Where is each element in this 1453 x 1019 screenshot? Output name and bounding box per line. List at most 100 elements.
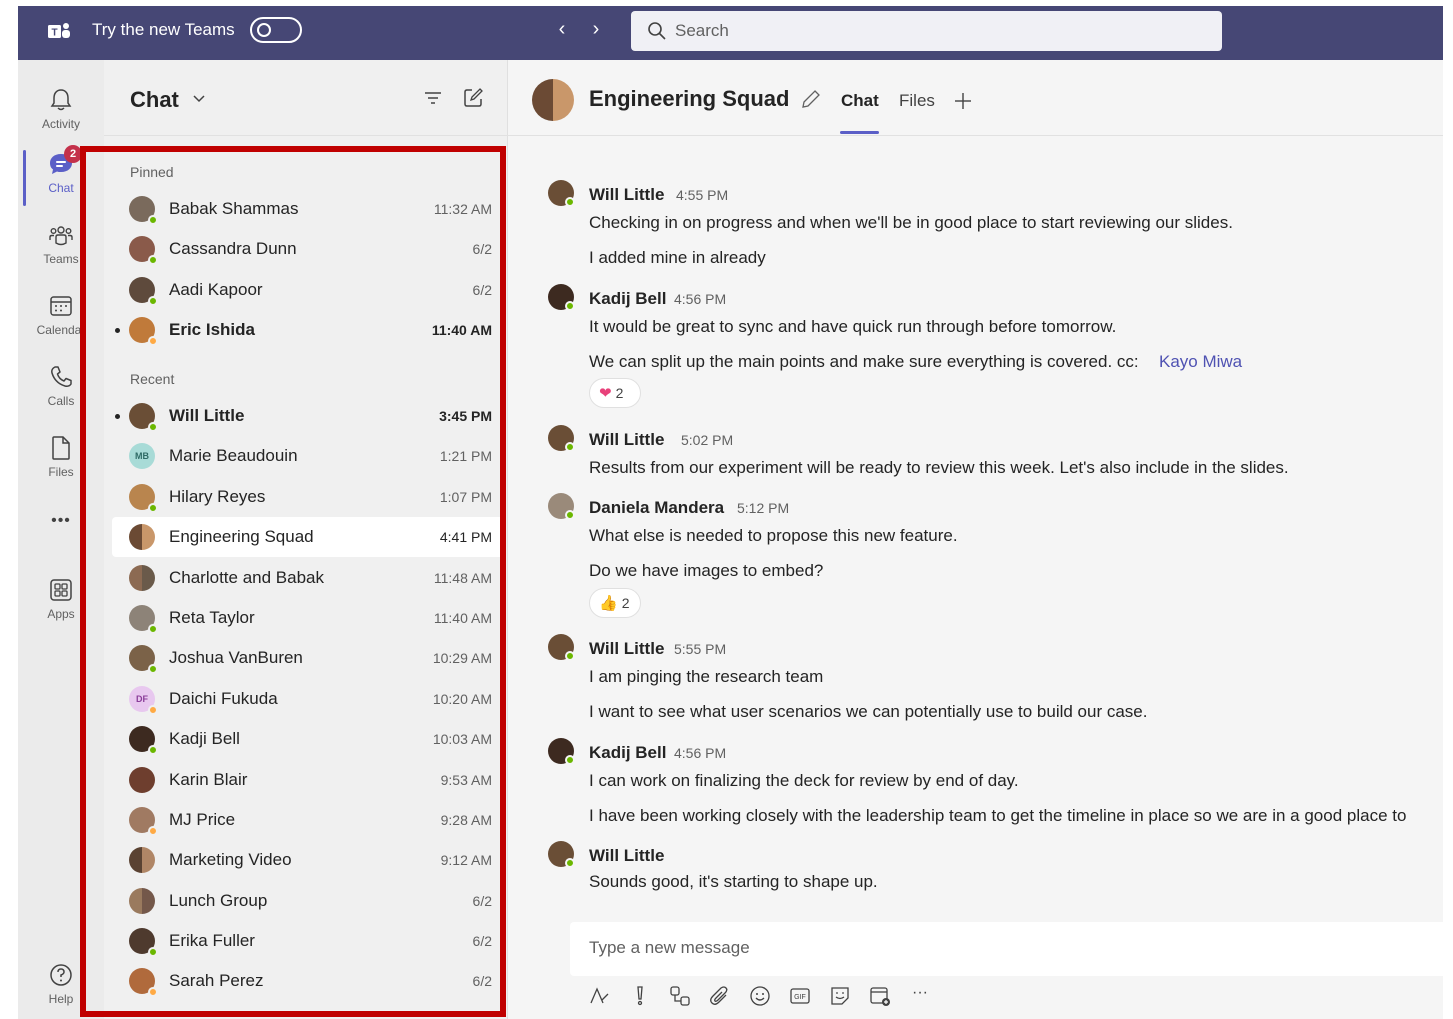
thumbs-up-icon: 👍: [599, 595, 618, 612]
search-input[interactable]: [675, 21, 1175, 41]
chat-row-charlotte-and-babak[interactable]: Charlotte and Babak 11:48 AM: [112, 558, 504, 598]
chat-row-babak-shammas[interactable]: Babak Shammas 11:32 AM: [112, 189, 504, 229]
add-tab-plus-icon[interactable]: [952, 90, 974, 112]
schedule-meeting-icon[interactable]: [868, 984, 892, 1008]
chat-row-name: Will Little: [169, 406, 245, 425]
presence-away-icon: [148, 826, 158, 836]
chat-row-name: Hilary Reyes: [169, 487, 266, 506]
mention-link[interactable]: Kayo Miwa: [1159, 352, 1242, 372]
presence-available-icon: [148, 624, 158, 634]
presence-available-icon: [565, 858, 575, 868]
rail-item-calendar[interactable]: Calendar: [18, 286, 104, 350]
message-author: Daniela Mandera: [589, 498, 725, 517]
chat-row-marketing-video[interactable]: Marketing Video 9:12 AM: [112, 840, 504, 880]
rail-item-calls[interactable]: Calls: [18, 357, 104, 421]
chat-row-lunch-group[interactable]: Lunch Group 6/2: [112, 881, 504, 921]
pencil-icon[interactable]: [800, 88, 822, 110]
message-input[interactable]: [589, 938, 1389, 958]
chat-row-time: 10:03 AM: [432, 731, 492, 747]
group-avatar: [129, 524, 155, 550]
chat-row-kadji-bell[interactable]: Kadji Bell 10:03 AM: [112, 719, 504, 759]
heart-reaction-button[interactable]: ❤ 2: [589, 378, 641, 408]
chat-row-time: 1:07 PM: [439, 489, 492, 505]
chat-row-daichi-fukuda[interactable]: DF Daichi Fukuda 10:20 AM: [112, 679, 504, 719]
rail-item-help[interactable]: Help: [18, 955, 104, 1019]
chat-row-karin-blair[interactable]: Karin Blair 9:53 AM: [112, 760, 504, 800]
rail-item-chat[interactable]: 2 Chat: [18, 144, 104, 208]
chat-row-joshua-vanburen[interactable]: Joshua VanBuren 10:29 AM: [112, 638, 504, 678]
chat-row-time: 11:48 AM: [433, 570, 492, 586]
chat-row-sarah-perez[interactable]: Sarah Perez 6/2: [112, 961, 504, 1001]
chat-row-time: 9:12 AM: [440, 852, 492, 868]
more-options-icon[interactable]: ···: [912, 984, 928, 1002]
chat-row-time: 3:45 PM: [439, 408, 492, 424]
group-avatar: [129, 888, 155, 914]
presence-available-icon: [148, 255, 158, 265]
chat-list-title[interactable]: Chat: [130, 87, 179, 113]
chat-row-name: Erika Fuller: [169, 931, 255, 950]
rail-label-teams: Teams: [43, 252, 79, 266]
rail-more-button[interactable]: •••: [18, 512, 104, 542]
group-avatar: [129, 847, 155, 873]
conversation-header: Engineering Squad Chat Files: [508, 60, 1443, 136]
new-teams-toggle[interactable]: [250, 17, 302, 43]
new-chat-icon[interactable]: [462, 87, 484, 109]
calendar-icon: [50, 296, 72, 316]
presence-available-icon: [148, 422, 158, 432]
back-arrow-icon[interactable]: ‹: [552, 18, 572, 44]
conversation-pane: Engineering Squad Chat Files Will Little…: [508, 60, 1443, 1019]
chat-row-name: Reta Taylor: [169, 608, 255, 627]
format-icon[interactable]: [588, 984, 612, 1008]
rail-item-files[interactable]: Files: [18, 428, 104, 492]
rail-item-activity[interactable]: Activity: [18, 80, 104, 144]
chat-row-will-little[interactable]: Will Little 3:45 PM: [112, 396, 504, 436]
message-text: What else is needed to propose this new …: [589, 526, 958, 545]
chat-row-time: 4:41 PM: [439, 529, 492, 545]
chat-row-time: 11:32 AM: [433, 201, 492, 217]
thumbs-up-reaction-button[interactable]: 👍 2: [589, 588, 641, 618]
chat-row-mj-price[interactable]: MJ Price 9:28 AM: [112, 800, 504, 840]
chat-row-name: Daichi Fukuda: [169, 689, 278, 708]
gif-icon[interactable]: GIF: [788, 984, 812, 1008]
emoji-icon[interactable]: [748, 984, 772, 1008]
rail-item-teams[interactable]: Teams: [18, 215, 104, 279]
presence-away-icon: [148, 336, 158, 346]
message-text: I have been working closely with the lea…: [589, 806, 1407, 825]
chat-row-time: 6/2: [472, 973, 492, 989]
chat-row-cassandra-dunn[interactable]: Cassandra Dunn 6/2: [112, 229, 504, 269]
chat-row-name: Engineering Squad: [169, 527, 314, 546]
presence-available-icon: [148, 215, 158, 225]
message-composer[interactable]: [570, 922, 1443, 976]
search-box[interactable]: [631, 11, 1222, 51]
chat-row-hilary-reyes[interactable]: Hilary Reyes 1:07 PM: [112, 477, 504, 517]
tab-files[interactable]: Files: [899, 91, 935, 111]
chat-row-marie-beaudouin[interactable]: MB Marie Beaudouin 1:21 PM: [112, 436, 504, 476]
unread-indicator: [115, 328, 120, 333]
presence-away-icon: [148, 987, 158, 997]
chat-row-erika-fuller[interactable]: Erika Fuller 6/2: [112, 921, 504, 961]
attach-paperclip-icon[interactable]: [708, 984, 732, 1008]
message-text: Do we have images to embed?: [589, 561, 824, 580]
sticker-icon[interactable]: [828, 984, 852, 1008]
filter-icon[interactable]: [422, 87, 444, 109]
rail-item-apps[interactable]: Apps: [18, 570, 104, 634]
teams-logo-icon: T: [48, 23, 70, 39]
message-text: Checking in on progress and when we'll b…: [589, 213, 1233, 232]
important-icon[interactable]: [628, 984, 652, 1008]
chat-row-engineering-squad[interactable]: Engineering Squad 4:41 PM: [112, 517, 504, 557]
more-dots-icon: •••: [51, 512, 71, 529]
chat-unread-badge: 2: [64, 145, 82, 163]
message-text: We can split up the main points and make…: [589, 352, 1139, 371]
chat-row-reta-taylor[interactable]: Reta Taylor 11:40 AM: [112, 598, 504, 638]
presence-available-icon: [148, 296, 158, 306]
presence-available-icon: [565, 510, 575, 520]
chat-row-eric-ishida[interactable]: Eric Ishida 11:40 AM: [112, 310, 504, 350]
forward-arrow-icon[interactable]: ›: [586, 18, 606, 44]
message-text: Sounds good, it's starting to shape up.: [589, 872, 878, 891]
chevron-down-icon[interactable]: [191, 90, 207, 106]
tab-chat[interactable]: Chat: [841, 91, 879, 111]
chat-row-time: 6/2: [472, 241, 492, 257]
loop-component-icon[interactable]: [668, 984, 692, 1008]
chat-row-aadi-kapoor[interactable]: Aadi Kapoor 6/2: [112, 270, 504, 310]
chat-list-pane: Chat Pinned Babak Shammas 11:32 AM Cassa…: [104, 60, 508, 1019]
